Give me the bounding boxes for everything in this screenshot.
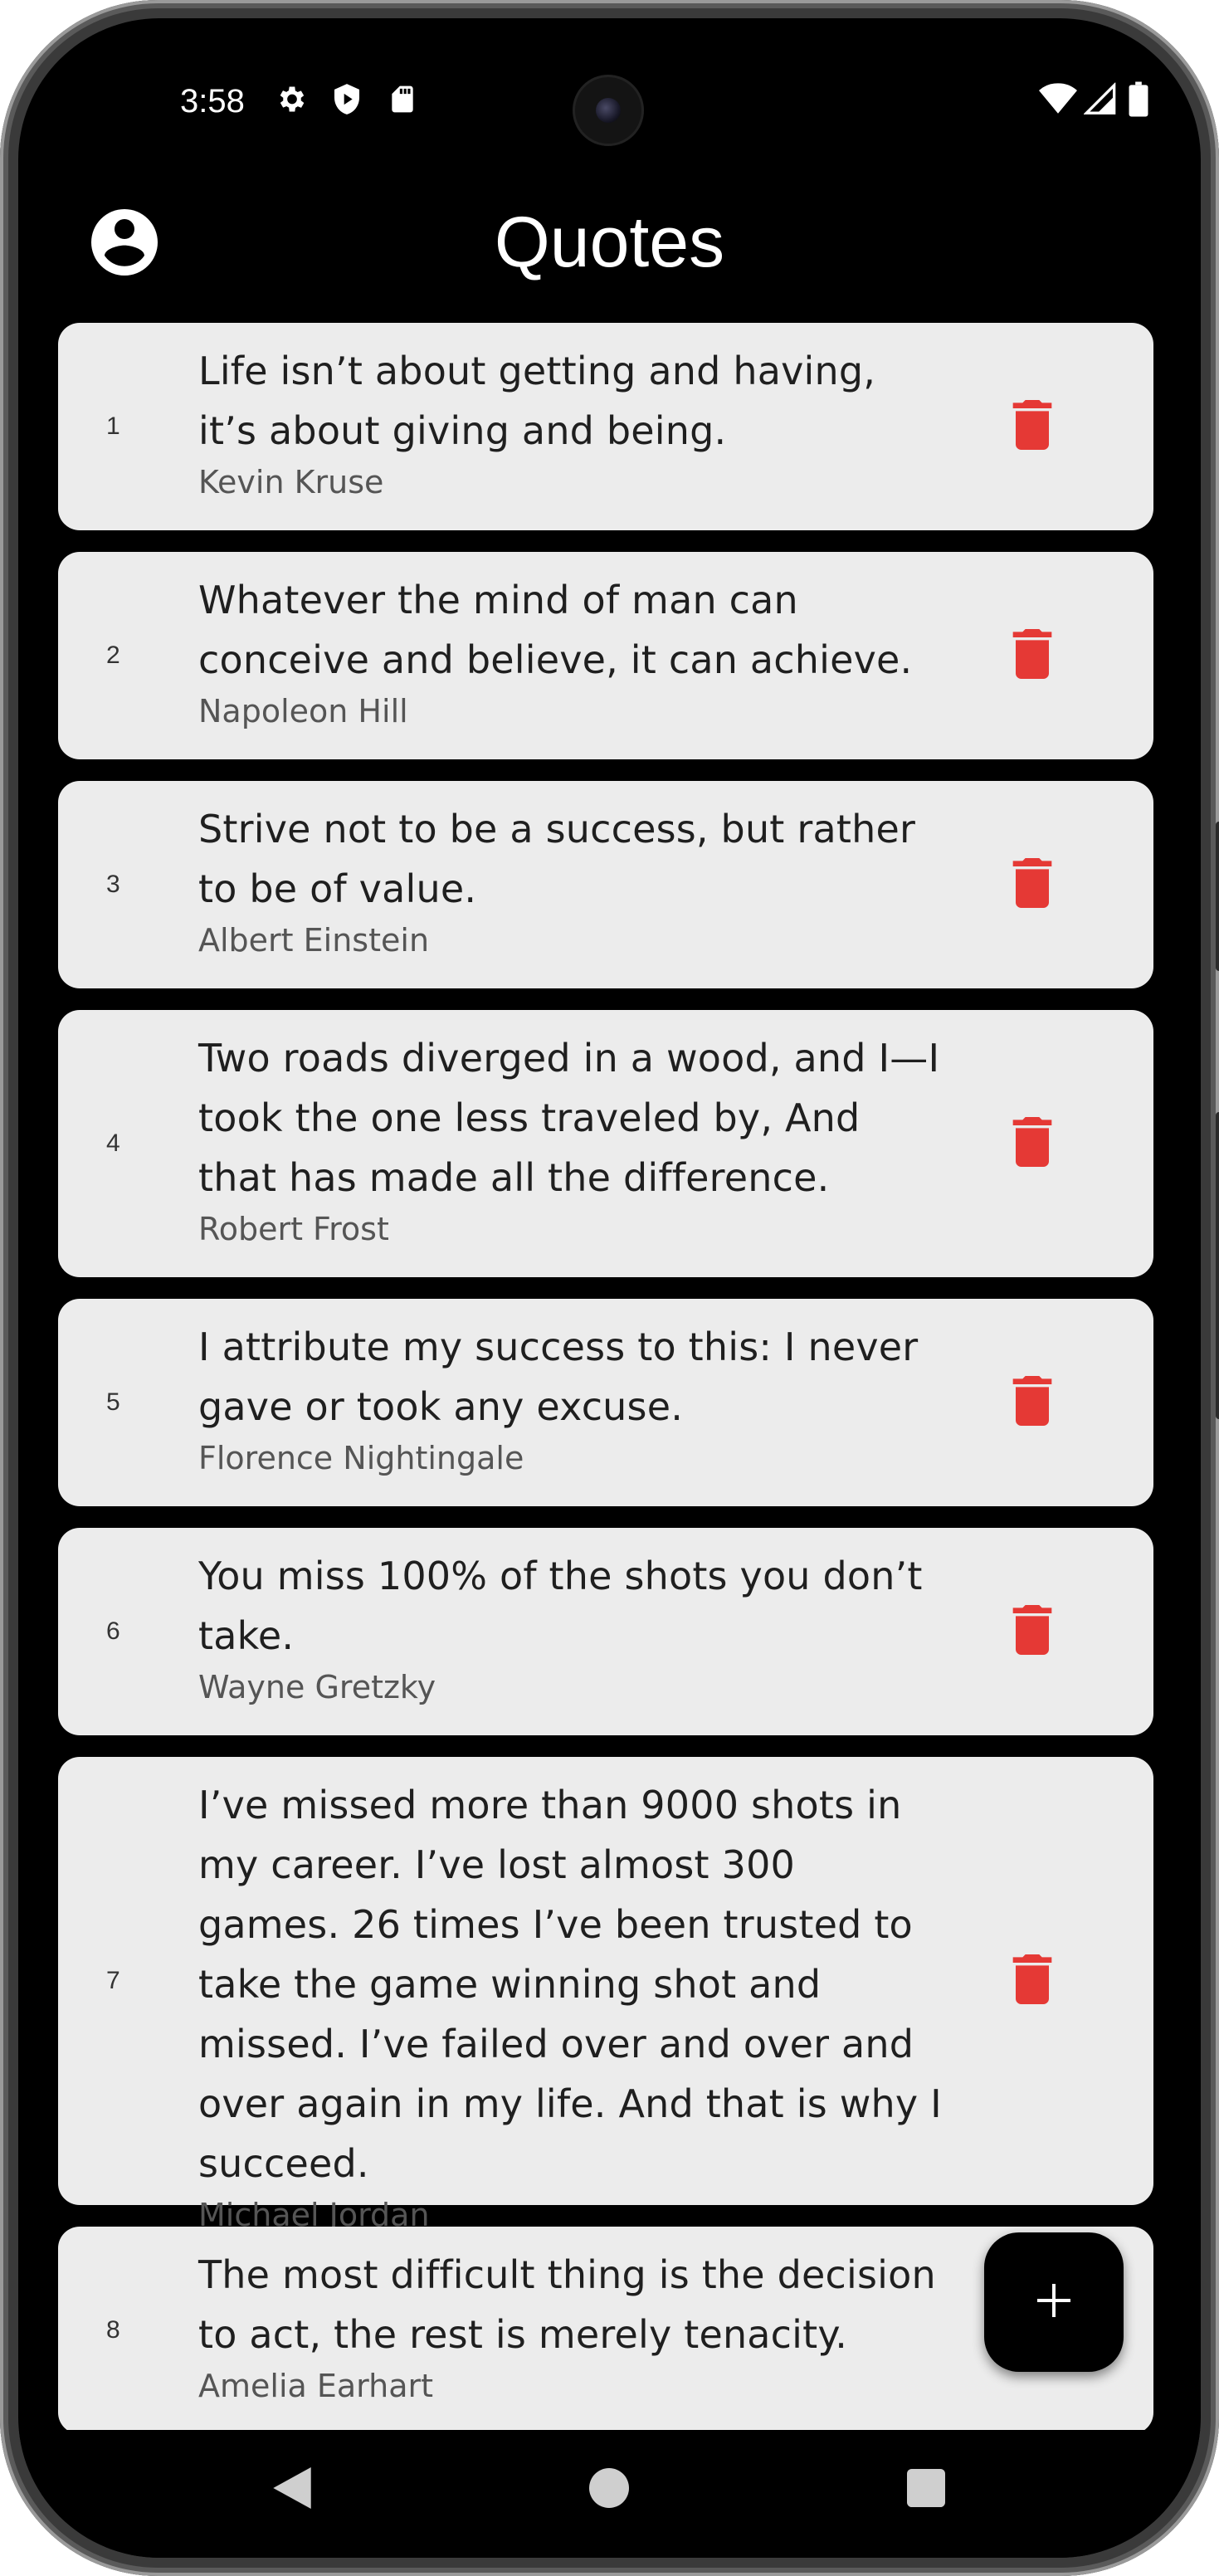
quote-number: 8 xyxy=(106,2316,120,2344)
nav-home-button[interactable] xyxy=(576,2456,642,2523)
quote-text: You miss 100% of the shots you don’t tak… xyxy=(198,1554,923,1658)
quote-card[interactable]: 4 Two roads diverged in a wood, and I—I … xyxy=(58,1010,1153,1277)
nav-back-button[interactable] xyxy=(259,2456,325,2523)
quote-card[interactable]: 1 Life isn’t about getting and having, i… xyxy=(58,323,1153,530)
quote-author: Wayne Gretzky xyxy=(198,1669,436,1705)
back-triangle-icon xyxy=(273,2466,311,2513)
quote-card[interactable]: 6 You miss 100% of the shots you don’t t… xyxy=(58,1528,1153,1735)
plus-icon xyxy=(1034,2281,1074,2325)
delete-button[interactable] xyxy=(1002,855,1062,915)
delete-button[interactable] xyxy=(1002,1114,1062,1173)
home-circle-icon xyxy=(589,2467,629,2512)
quote-text: Whatever the mind of man can conceive an… xyxy=(198,578,913,682)
quote-number: 6 xyxy=(106,1617,120,1645)
quote-number: 2 xyxy=(106,642,120,669)
trash-icon xyxy=(1012,1604,1053,1659)
quote-text: The most difficult thing is the decision… xyxy=(198,2252,936,2357)
trash-icon xyxy=(1012,1954,1053,2008)
quote-card[interactable]: 3 Strive not to be a success, but rather… xyxy=(58,781,1153,988)
battery-icon xyxy=(1129,81,1148,121)
power-button xyxy=(1216,822,1219,971)
quote-text: I attribute my success to this: I never … xyxy=(198,1325,919,1429)
quote-text: Life isn’t about getting and having, it’… xyxy=(198,349,876,453)
trash-icon xyxy=(1012,399,1053,454)
quote-number: 5 xyxy=(106,1388,120,1416)
shield-play-icon xyxy=(330,83,363,120)
quotes-list[interactable]: 1 Life isn’t about getting and having, i… xyxy=(58,323,1153,2431)
front-camera xyxy=(573,75,644,146)
quote-author: Napoleon Hill xyxy=(198,693,408,729)
delete-button[interactable] xyxy=(1002,1602,1062,1661)
quote-text: Two roads diverged in a wood, and I—I to… xyxy=(198,1036,940,1200)
page-title: Quotes xyxy=(494,202,725,282)
status-time: 3:58 xyxy=(180,83,245,120)
recents-square-icon xyxy=(907,2468,945,2511)
gear-icon xyxy=(275,83,309,120)
quote-author: Albert Einstein xyxy=(198,922,430,959)
delete-button[interactable] xyxy=(1002,626,1062,685)
volume-button xyxy=(1216,1112,1219,1419)
quote-number: 3 xyxy=(106,871,120,898)
quote-card[interactable]: 5 I attribute my success to this: I neve… xyxy=(58,1299,1153,1506)
trash-icon xyxy=(1012,1116,1053,1171)
quote-number: 1 xyxy=(106,412,120,440)
trash-icon xyxy=(1012,857,1053,912)
phone-frame: 3:58 Quotes 1 Life isn’t about getting a… xyxy=(0,0,1219,2576)
quote-card[interactable]: 7 I’ve missed more than 9000 shots in my… xyxy=(58,1757,1153,2233)
delete-button[interactable] xyxy=(1002,1951,1062,2011)
screen: 3:58 Quotes 1 Life isn’t about getting a… xyxy=(18,18,1201,2558)
system-nav-bar xyxy=(18,2430,1201,2558)
nav-recents-button[interactable] xyxy=(893,2456,959,2523)
quote-author: Florence Nightingale xyxy=(198,1440,524,1476)
delete-button[interactable] xyxy=(1002,397,1062,456)
quote-author: Kevin Kruse xyxy=(198,464,384,500)
wifi-icon xyxy=(1039,83,1077,120)
signal-icon xyxy=(1083,81,1117,120)
app-bar: Quotes xyxy=(18,184,1201,300)
sd-card-icon xyxy=(387,83,418,120)
trash-icon xyxy=(1012,1375,1053,1430)
quote-text: Strive not to be a success, but rather t… xyxy=(198,807,916,911)
quote-number: 4 xyxy=(106,1129,120,1157)
quote-author: Robert Frost xyxy=(198,1211,389,1247)
quote-text: I’ve missed more than 9000 shots in my c… xyxy=(198,1783,942,2186)
delete-button[interactable] xyxy=(1002,1373,1062,1432)
quote-number: 7 xyxy=(106,1967,120,1994)
quote-author: Amelia Earhart xyxy=(198,2368,434,2404)
add-quote-button[interactable] xyxy=(984,2232,1124,2372)
trash-icon xyxy=(1012,628,1053,683)
quote-card[interactable]: 2 Whatever the mind of man can conceive … xyxy=(58,552,1153,759)
